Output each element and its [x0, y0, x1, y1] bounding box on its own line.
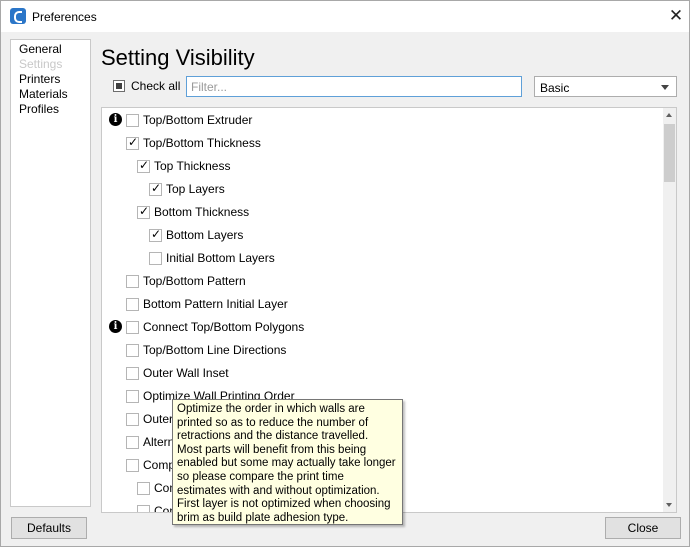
check-all-checkbox[interactable]	[113, 80, 125, 92]
setting-checkbox[interactable]	[126, 275, 139, 288]
settings-scrollbar[interactable]	[663, 108, 676, 512]
visibility-preset-select[interactable]: Basic	[534, 76, 677, 97]
defaults-button[interactable]: Defaults	[11, 517, 87, 539]
setting-tooltip: Optimize the order in which walls are pri…	[172, 399, 403, 525]
nav-item-materials[interactable]: Materials	[11, 87, 90, 102]
setting-row[interactable]: Bottom Thickness	[102, 203, 662, 221]
setting-checkbox[interactable]	[126, 114, 139, 127]
chevron-down-icon	[661, 85, 669, 90]
setting-row[interactable]: Top/Bottom Pattern	[102, 272, 662, 290]
scroll-down-arrow-icon[interactable]	[663, 498, 676, 512]
setting-label: Comp	[143, 458, 176, 472]
info-icon[interactable]: i	[109, 113, 122, 126]
setting-checkbox[interactable]	[149, 252, 162, 265]
close-button[interactable]: Close	[605, 517, 681, 539]
setting-checkbox[interactable]	[126, 135, 139, 150]
nav-item-profiles[interactable]: Profiles	[11, 102, 90, 117]
window-title: Preferences	[32, 10, 97, 24]
setting-row[interactable]: Top Layers	[102, 180, 662, 198]
setting-row[interactable]: i Top/Bottom Extruder	[102, 111, 662, 129]
setting-label: Top Thickness	[154, 159, 231, 173]
setting-checkbox[interactable]	[126, 413, 139, 426]
setting-checkbox[interactable]	[126, 298, 139, 311]
setting-checkbox[interactable]	[137, 158, 150, 173]
scroll-up-arrow-icon[interactable]	[663, 108, 676, 122]
setting-checkbox[interactable]	[137, 204, 150, 219]
setting-row[interactable]: Bottom Pattern Initial Layer	[102, 295, 662, 313]
setting-label: Top/Bottom Line Directions	[143, 343, 287, 357]
setting-checkbox[interactable]	[126, 436, 139, 449]
setting-row[interactable]: Outer Wall Inset	[102, 364, 662, 382]
setting-label: Altern	[143, 435, 175, 449]
tooltip-line: First layer is not optimized when choosi…	[177, 498, 391, 511]
setting-checkbox[interactable]	[126, 367, 139, 380]
nav-item-general[interactable]: General	[11, 42, 90, 57]
setting-label: Bottom Pattern Initial Layer	[143, 297, 288, 311]
close-icon[interactable]: ✕	[663, 3, 689, 29]
visibility-preset-value: Basic	[540, 81, 570, 95]
setting-label: Top/Bottom Extruder	[143, 113, 253, 127]
setting-checkbox[interactable]	[126, 459, 139, 472]
setting-label: Top Layers	[166, 182, 225, 196]
tooltip-line: retractions and the distance travelled.	[177, 430, 369, 443]
tooltip-line: so please compare the print time	[177, 470, 344, 483]
setting-checkbox[interactable]	[126, 321, 139, 334]
check-all[interactable]: Check all	[113, 79, 180, 93]
setting-checkbox[interactable]	[126, 390, 139, 403]
setting-label: Connect Top/Bottom Polygons	[143, 320, 305, 334]
scrollbar-thumb[interactable]	[664, 124, 675, 182]
cura-logo-icon	[10, 8, 26, 24]
title-bar: Preferences ✕	[1, 1, 689, 32]
tooltip-line: printed so as to reduce the number of	[177, 416, 369, 429]
tooltip-line: Most parts will benefit from this being	[177, 443, 367, 456]
setting-label: Bottom Layers	[166, 228, 244, 242]
setting-checkbox[interactable]	[137, 505, 150, 512]
setting-checkbox[interactable]	[149, 181, 162, 196]
setting-row[interactable]: Bottom Layers	[102, 226, 662, 244]
preferences-nav: General Settings Printers Materials Prof…	[10, 39, 91, 507]
setting-label: Outer	[143, 412, 174, 426]
setting-row[interactable]: Top/Bottom Thickness	[102, 134, 662, 152]
setting-label: Outer Wall Inset	[143, 366, 229, 380]
setting-checkbox[interactable]	[126, 344, 139, 357]
setting-label: Initial Bottom Layers	[166, 251, 275, 265]
tooltip-line: Optimize the order in which walls are	[177, 403, 365, 415]
preferences-window: Preferences ✕ General Settings Printers …	[0, 0, 690, 547]
tooltip-line: enabled but some may actually take longe…	[177, 457, 396, 470]
setting-label: Top/Bottom Pattern	[143, 274, 246, 288]
tooltip-line: brim as build plate adhesion type.	[177, 511, 349, 524]
nav-item-printers[interactable]: Printers	[11, 72, 90, 87]
setting-row[interactable]: Top/Bottom Line Directions	[102, 341, 662, 359]
info-icon[interactable]: i	[109, 320, 122, 333]
setting-row[interactable]: i Connect Top/Bottom Polygons	[102, 318, 662, 336]
setting-checkbox[interactable]	[137, 482, 150, 495]
setting-row[interactable]: Initial Bottom Layers	[102, 249, 662, 267]
setting-row[interactable]: Top Thickness	[102, 157, 662, 175]
check-all-label: Check all	[131, 79, 181, 93]
setting-checkbox[interactable]	[149, 227, 162, 242]
tooltip-line: estimates with and without optimization.	[177, 484, 380, 497]
page-title: Setting Visibility	[101, 45, 255, 70]
filter-input[interactable]	[186, 76, 522, 97]
nav-item-settings[interactable]: Settings	[11, 57, 90, 72]
setting-label: Bottom Thickness	[154, 205, 250, 219]
setting-label: Top/Bottom Thickness	[143, 136, 261, 150]
